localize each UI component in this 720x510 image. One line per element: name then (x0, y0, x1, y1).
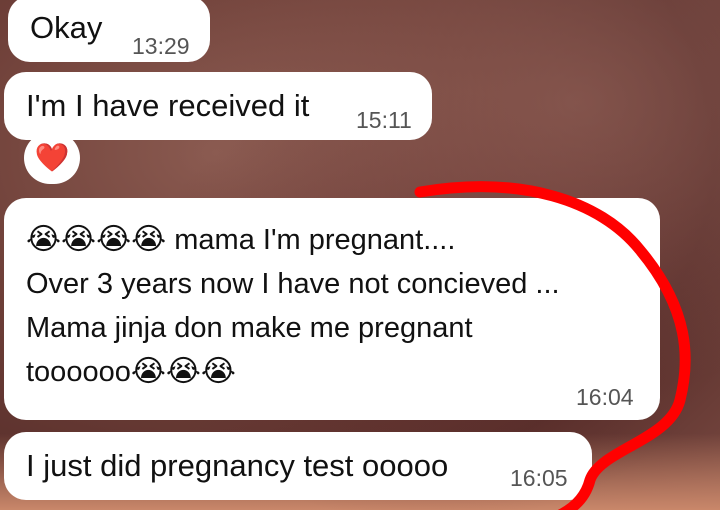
red-annotation-circle (414, 181, 691, 510)
